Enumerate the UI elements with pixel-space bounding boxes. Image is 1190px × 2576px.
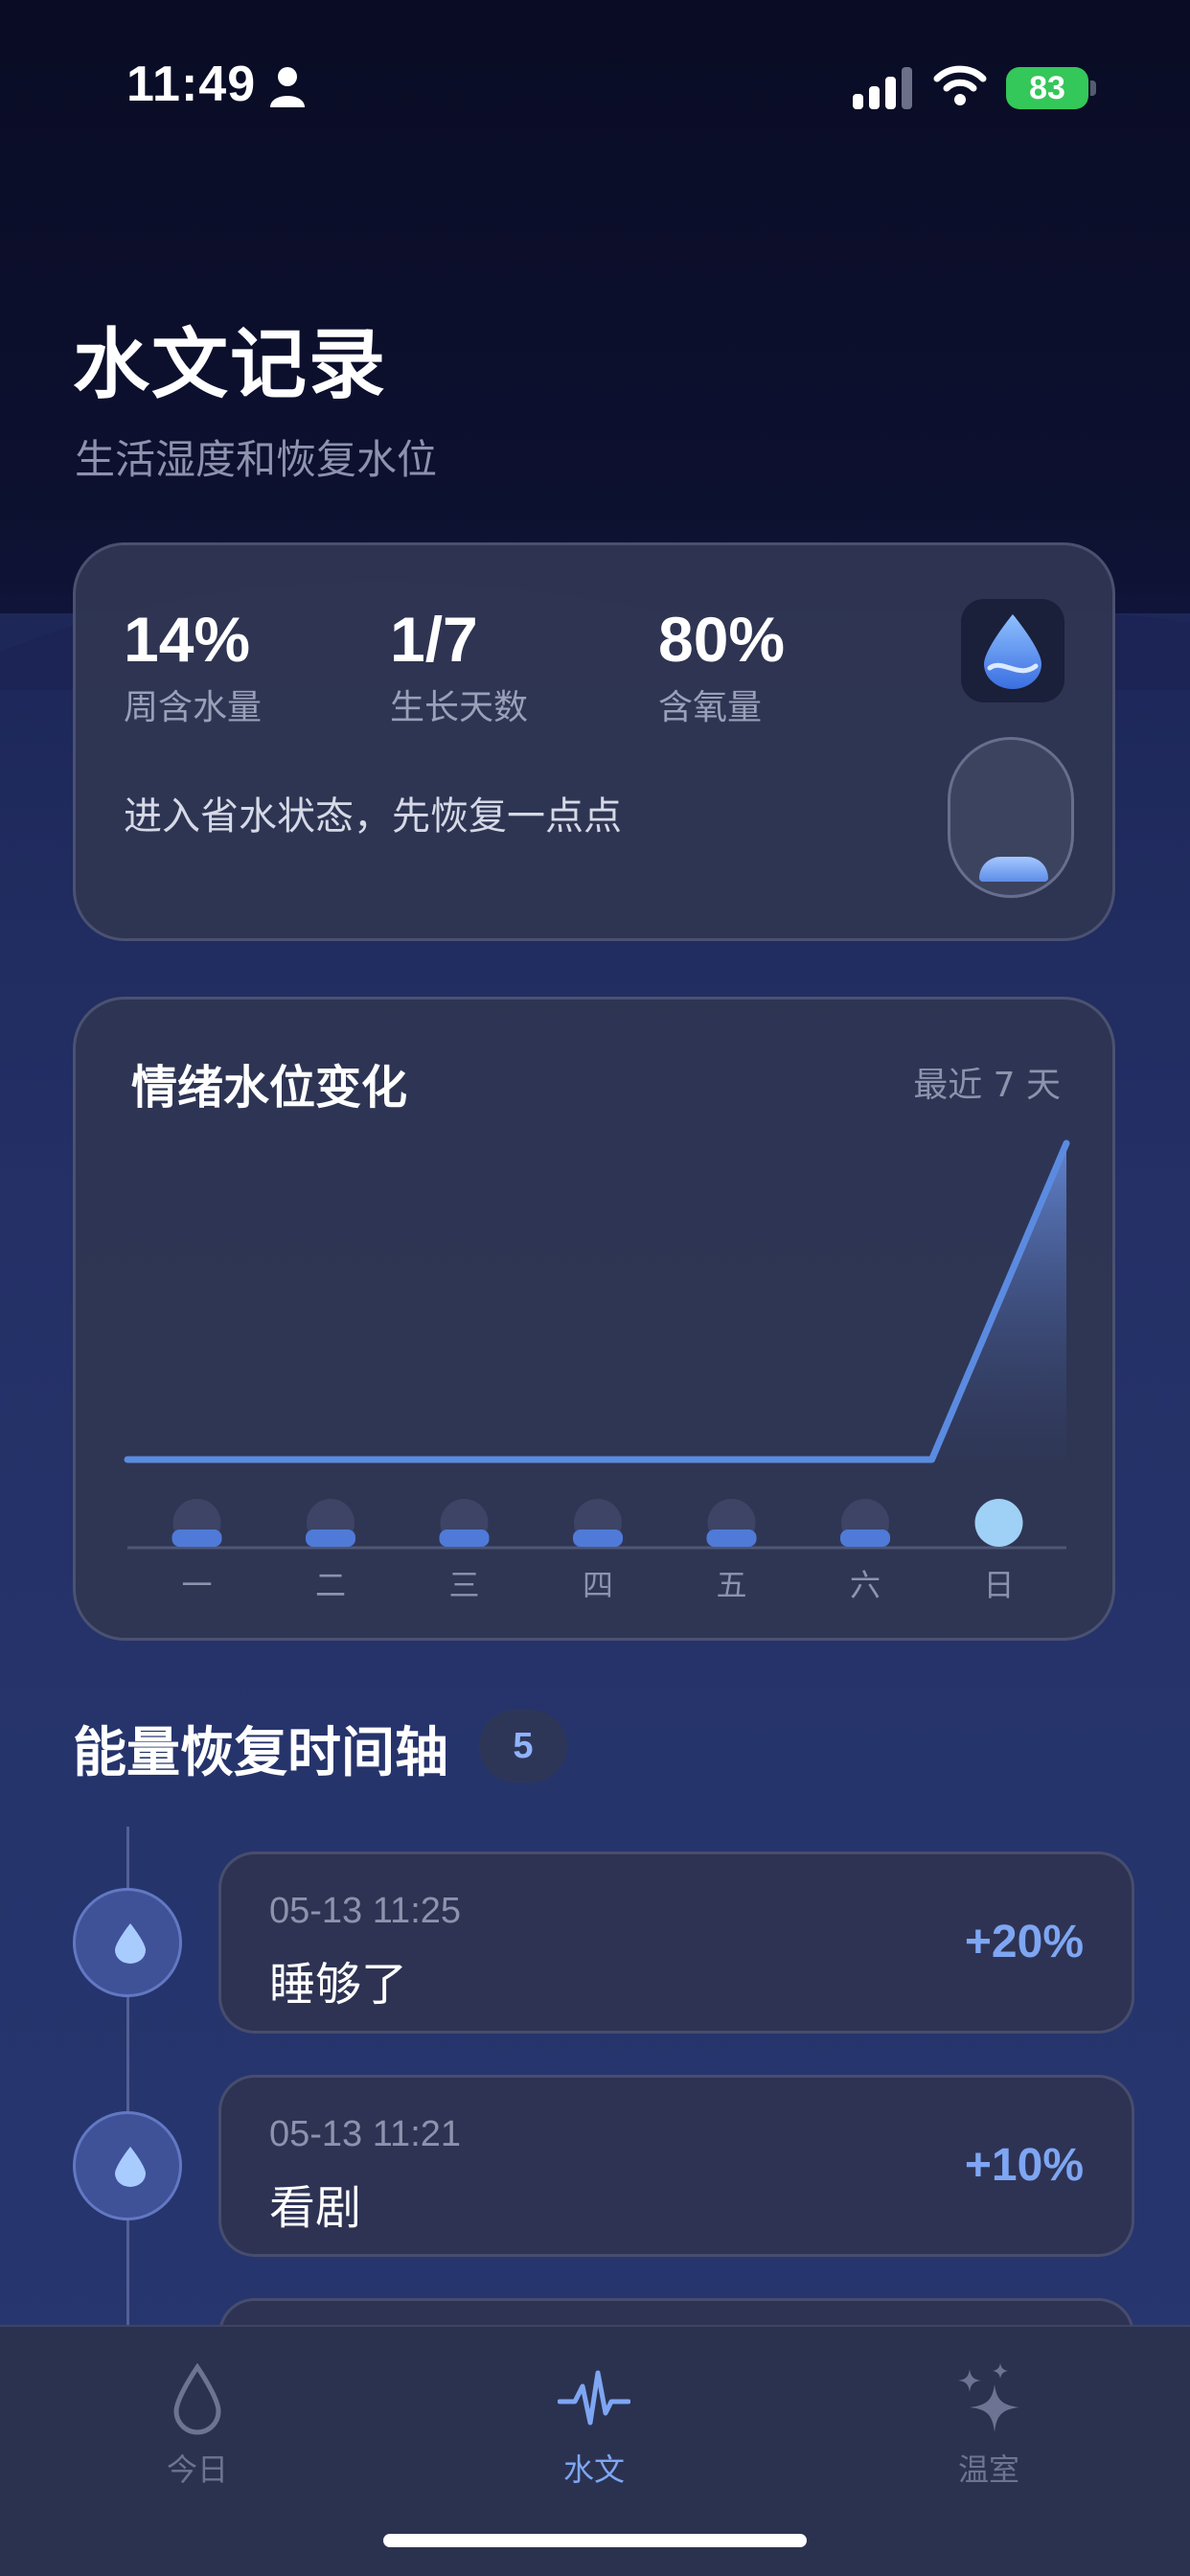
- stat-growth-days: 1/7 生长天数: [390, 603, 528, 729]
- stat-label: 生长天数: [390, 688, 529, 727]
- chart-line: [124, 1139, 1070, 1463]
- chart-day-label: 日: [983, 1567, 1014, 1603]
- chart-day-bar: [706, 1530, 757, 1547]
- chart-day-bar: [573, 1530, 623, 1547]
- chart-day-label: 五: [716, 1567, 746, 1603]
- chart-day-bar: [306, 1530, 355, 1547]
- timeline-card[interactable]: 05-13 11:21 看剧 +10%: [218, 2075, 1134, 2257]
- chart-card: 情绪水位变化 最近 7 天 一二三四五六日: [73, 997, 1115, 1641]
- page-subtitle: 生活湿度和恢复水位: [75, 436, 438, 483]
- chart-day-bar: [439, 1530, 490, 1547]
- stat-value: 80%: [658, 604, 786, 675]
- timeline-value: +10%: [964, 2140, 1084, 2191]
- chart-day-label: 二: [315, 1567, 346, 1603]
- sparkles-icon: [958, 2363, 1019, 2432]
- drop-outline-icon: [173, 2363, 221, 2435]
- timeline-title: 能量恢复时间轴: [73, 1722, 448, 1784]
- water-drop-icon: [115, 2147, 146, 2187]
- battery-indicator: 83: [1006, 67, 1088, 109]
- timeline-node: [73, 1888, 182, 1997]
- status-time: 11:49: [126, 57, 257, 112]
- stat-label: 含氧量: [658, 688, 763, 727]
- chart-day-label: 一: [181, 1567, 212, 1603]
- chart-day-label: 六: [850, 1567, 881, 1603]
- water-drop-icon: [115, 1923, 146, 1964]
- tab-label: 今日: [166, 2451, 228, 2488]
- wifi-icon: [933, 65, 987, 105]
- tab-greenhouse[interactable]: 温室: [893, 2346, 1085, 2490]
- stat-oxygen: 80% 含氧量: [658, 603, 785, 729]
- chart-area: [127, 1143, 1066, 1460]
- timeline-value: +20%: [964, 1917, 1084, 1967]
- chart-today-dot: [974, 1499, 1023, 1547]
- chart-day-label: 三: [448, 1567, 479, 1603]
- pulse-icon: [558, 2370, 630, 2426]
- tab-hydrology[interactable]: 水文: [498, 2346, 690, 2490]
- tab-today[interactable]: 今日: [102, 2346, 293, 2490]
- person-icon: [270, 67, 305, 107]
- status-bar: 11:49 83: [0, 0, 1190, 144]
- stat-value: 14%: [124, 604, 251, 675]
- home-indicator: [383, 2534, 807, 2547]
- stat-label: 周含水量: [124, 688, 263, 727]
- mood-level-chart: 一二三四五六日: [124, 1139, 1070, 1603]
- chart-day-label: 四: [583, 1567, 613, 1603]
- timeline-time: 05-13 11:25: [269, 1891, 462, 1931]
- water-level-capsule: [948, 737, 1074, 898]
- stats-message: 进入省水状态，先恢复一点点: [124, 794, 622, 839]
- timeline-node: [73, 2111, 182, 2220]
- timeline-time: 05-13 11:21: [269, 2114, 462, 2154]
- timeline-card[interactable]: 05-13 11:25 睡够了 +20%: [218, 1852, 1134, 2034]
- signal-icon: [853, 67, 912, 109]
- tab-label: 水文: [562, 2451, 625, 2488]
- battery-percent: 83: [1029, 69, 1065, 106]
- water-drop-badge[interactable]: [961, 599, 1064, 702]
- water-drop-icon: [984, 614, 1041, 689]
- chart-day-bar: [840, 1530, 890, 1547]
- chart-day-bar: [172, 1530, 222, 1547]
- timeline-text: 看剧: [269, 2181, 362, 2235]
- timeline-count-badge: 5: [479, 1710, 567, 1782]
- battery-tip: [1090, 80, 1096, 96]
- stats-card: 14% 周含水量 1/7 生长天数 80% 含氧量 进入省水状态，先恢复一点点: [73, 542, 1115, 941]
- stat-weekly-water: 14% 周含水量: [124, 603, 262, 729]
- page-title: 水文记录: [73, 320, 387, 409]
- stat-value: 1/7: [390, 604, 478, 675]
- tab-label: 温室: [957, 2451, 1019, 2488]
- water-level-fill: [979, 857, 1048, 882]
- timeline-text: 睡够了: [269, 1958, 408, 2012]
